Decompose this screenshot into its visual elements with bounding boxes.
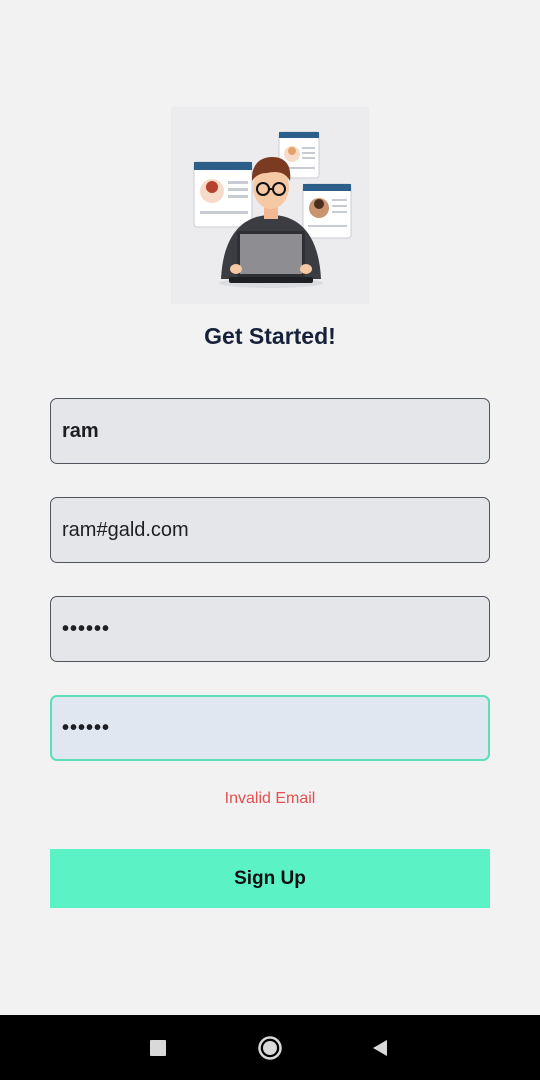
hero-illustration xyxy=(171,107,369,304)
recent-apps-icon xyxy=(150,1039,166,1056)
name-field[interactable]: ram xyxy=(50,398,490,464)
recent-apps-button[interactable] xyxy=(128,1015,188,1080)
profile-card-icon xyxy=(302,183,352,239)
password-field[interactable]: •••••• xyxy=(50,596,490,662)
confirm-password-value: •••••• xyxy=(62,716,111,739)
email-field[interactable]: ram#gald.com xyxy=(50,497,490,563)
signup-screen: Get Started! ram ram#gald.com •••••• •••… xyxy=(0,0,540,1080)
page-title: Get Started! xyxy=(204,323,336,349)
password-value: •••••• xyxy=(62,617,111,640)
back-button[interactable] xyxy=(350,1015,410,1080)
profile-card-icon xyxy=(193,161,253,228)
confirm-password-field[interactable]: •••••• xyxy=(50,695,490,761)
signup-button[interactable]: Sign Up xyxy=(50,849,490,908)
email-value: ram#gald.com xyxy=(62,518,189,541)
system-nav-bar xyxy=(0,1015,540,1080)
back-icon xyxy=(373,1039,387,1056)
home-button[interactable] xyxy=(240,1015,300,1080)
home-icon xyxy=(258,1035,282,1060)
name-value: ram xyxy=(62,419,99,442)
error-message: Invalid Email xyxy=(224,790,316,807)
